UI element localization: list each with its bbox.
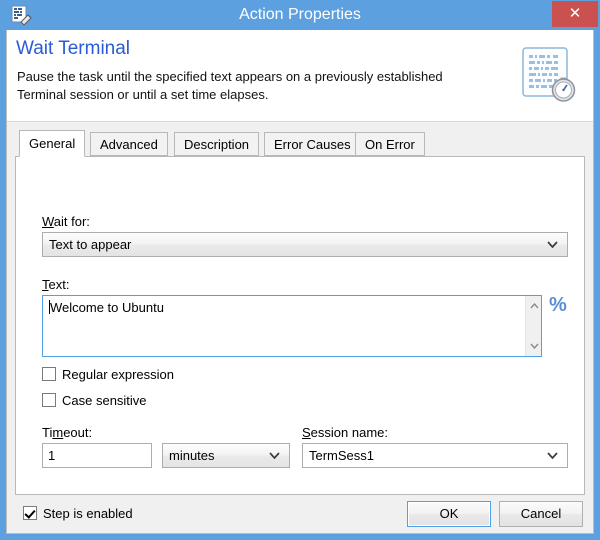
cancel-button[interactable]: Cancel [499, 501, 583, 527]
insert-variable-icon[interactable]: % [549, 294, 567, 316]
tab-general[interactable]: General [19, 130, 86, 157]
case-sensitive-label: Case sensitive [62, 393, 147, 408]
close-icon[interactable]: ✕ [552, 1, 598, 27]
regular-expression-label: Regular expression [62, 367, 175, 382]
wait-for-label: Wait for: [42, 214, 90, 229]
session-name-label: Session name: [302, 425, 388, 440]
regular-expression-checkbox-box [42, 367, 56, 381]
timeout-label: Timeout: [42, 425, 93, 440]
chevron-down-icon [269, 444, 283, 467]
timeout-units-value: minutes [169, 448, 215, 463]
case-sensitive-checkbox-box [42, 393, 56, 407]
text-input[interactable]: Welcome to Ubuntu [42, 295, 542, 357]
title-bar: Action Properties ✕ [0, 0, 600, 30]
tab-strip: General Advanced Description Error Cause… [15, 130, 585, 157]
wait-for-value: Text to appear [49, 237, 132, 252]
step-is-enabled-checkbox-box [23, 506, 37, 520]
general-tab-panel: Wait for: Text to appear Text: Welcome t… [15, 156, 585, 495]
session-name-select[interactable]: TermSess1 [302, 443, 568, 468]
chevron-down-icon [547, 444, 561, 467]
tab-advanced[interactable]: Advanced [90, 132, 168, 156]
timeout-input[interactable]: 1 [42, 443, 152, 468]
text-label: Text: [42, 277, 70, 292]
chevron-down-icon [547, 233, 561, 256]
tab-on-error[interactable]: On Error [355, 132, 425, 156]
dialog-footer: Step is enabled OK Cancel [7, 495, 593, 532]
scroll-down-icon[interactable] [526, 338, 542, 354]
text-input-value: Welcome to Ubuntu [49, 300, 164, 315]
header-banner: Wait Terminal Pause the task until the s… [7, 30, 593, 122]
session-name-value: TermSess1 [309, 448, 375, 463]
window-title: Action Properties [239, 6, 361, 23]
wait-terminal-icon [517, 44, 579, 106]
text-scrollbar[interactable] [525, 296, 541, 356]
client-area: Wait Terminal Pause the task until the s… [6, 30, 594, 534]
wait-for-select[interactable]: Text to appear [42, 232, 568, 257]
tab-description[interactable]: Description [174, 132, 260, 156]
tab-error-causes[interactable]: Error Causes [264, 132, 361, 156]
timeout-value: 1 [48, 448, 56, 463]
page-title: Wait Terminal [16, 38, 131, 59]
scroll-up-icon[interactable] [526, 298, 542, 314]
action-properties-window: Action Properties ✕ Wait Terminal Pause … [0, 0, 600, 540]
timeout-units-select[interactable]: minutes [162, 443, 290, 468]
page-description: Pause the task until the specified text … [17, 69, 443, 102]
ok-button[interactable]: OK [407, 501, 491, 527]
step-is-enabled-label: Step is enabled [43, 506, 133, 521]
